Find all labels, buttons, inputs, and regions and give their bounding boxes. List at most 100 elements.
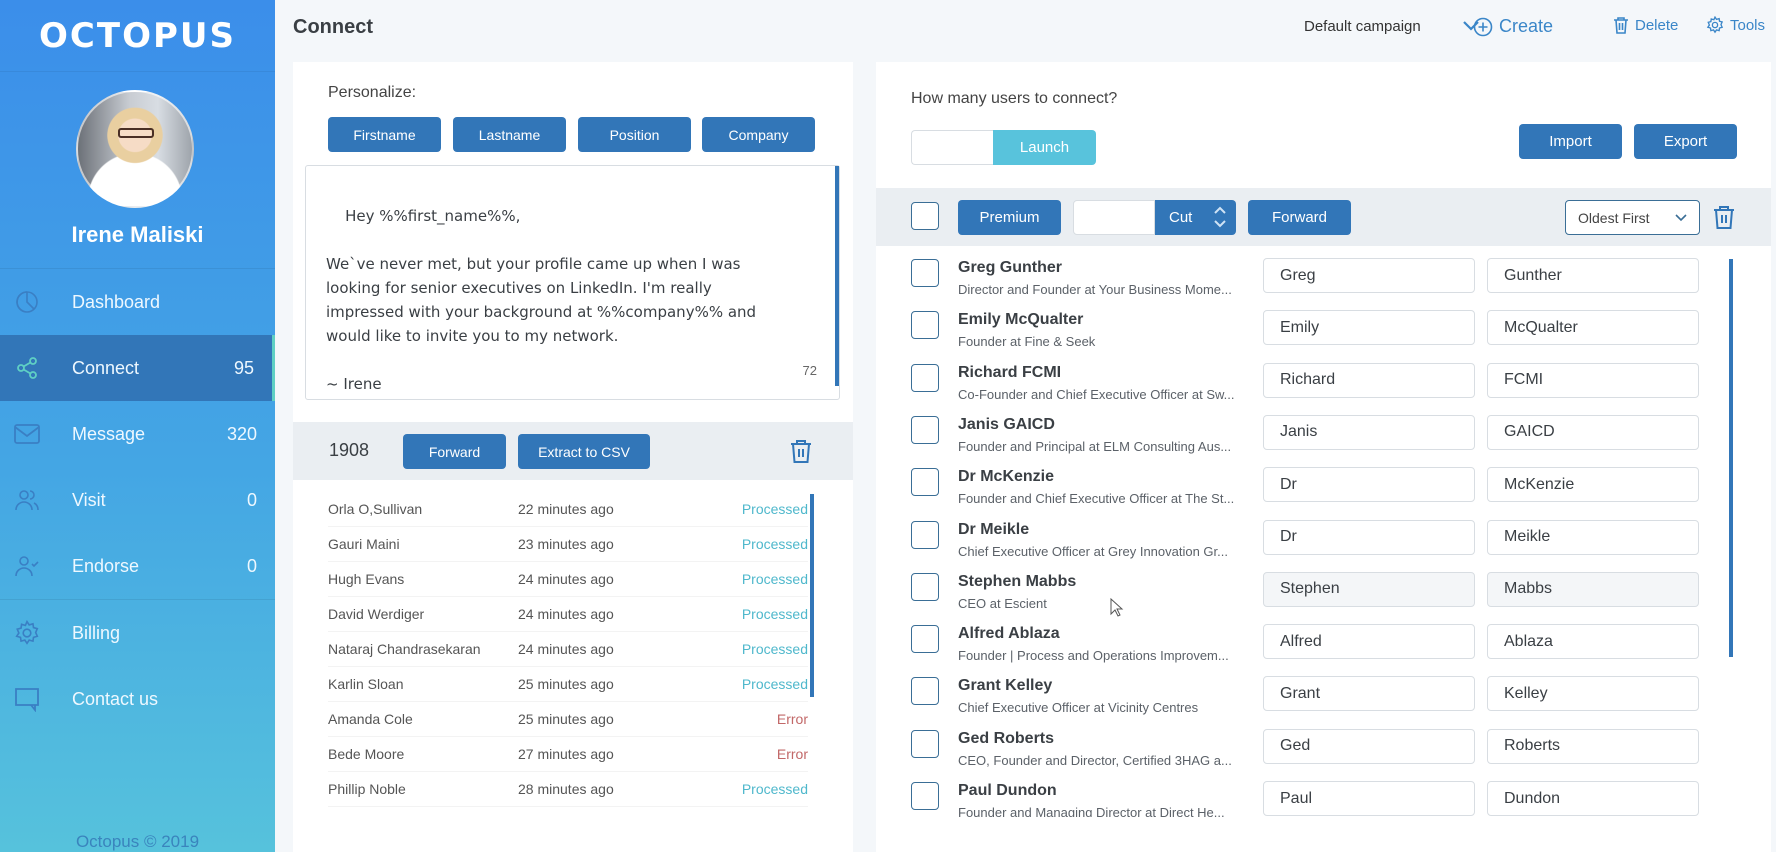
tools-label: Tools — [1730, 16, 1766, 34]
log-count: 1908 — [329, 440, 370, 460]
log-row[interactable]: Orla O,Sullivan 22 minutes ago Processed — [328, 492, 808, 527]
last-name-field[interactable]: Gunther — [1487, 258, 1699, 293]
contacts-forward-button[interactable]: Forward — [1248, 200, 1351, 235]
sidebar-nav: Dashboard Connect 95 Message 320 Visit 0 — [0, 268, 275, 732]
last-name-field[interactable]: FCMI — [1487, 362, 1699, 398]
log-row[interactable]: David Werdiger 24 minutes ago Processed — [328, 597, 808, 632]
connect-question: How many users to connect? — [911, 90, 1118, 107]
sidebar-count: 95 — [233, 357, 254, 378]
contact-title: Founder | Process and Operations Improve… — [958, 648, 1229, 664]
log-contact-name: Bede Moore — [328, 746, 405, 762]
contact-checkbox[interactable] — [911, 572, 939, 601]
campaign-select[interactable]: Default campaign — [1304, 18, 1421, 35]
last-name-field[interactable]: Ablaza — [1487, 624, 1699, 660]
extract-csv-button[interactable]: Extract to CSV — [518, 434, 650, 469]
user-avatar[interactable] — [76, 90, 194, 208]
first-name-field[interactable]: Alfred — [1263, 624, 1475, 660]
page-title: Connect — [293, 16, 373, 38]
select-all-checkbox[interactable] — [911, 202, 939, 230]
log-row[interactable]: Hugh Evans 24 minutes ago Processed — [328, 562, 808, 597]
log-timestamp: 27 minutes ago — [518, 746, 614, 762]
log-row[interactable]: Nataraj Chandrasekaran 24 minutes ago Proc… — [328, 632, 808, 667]
log-row[interactable]: Phillip Noble 28 minutes ago Processed — [328, 772, 808, 807]
cut-button[interactable]: Cut — [1155, 200, 1236, 235]
contact-checkbox[interactable] — [911, 677, 939, 706]
create-button[interactable]: Create — [1473, 16, 1553, 37]
firstname-tag-button[interactable]: Firstname — [328, 117, 441, 152]
contact-checkbox[interactable] — [911, 259, 939, 287]
import-button[interactable]: Import — [1519, 124, 1622, 159]
log-row[interactable]: Bede Moore 27 minutes ago Error — [328, 737, 808, 772]
sidebar-item-connect[interactable]: Connect 95 — [0, 335, 275, 401]
first-name-field[interactable]: Emily — [1263, 310, 1475, 346]
composer-panel: Personalize: Firstname Lastname Position… — [293, 62, 853, 852]
export-button[interactable]: Export — [1634, 124, 1737, 159]
sidebar-item-endorse[interactable]: Endorse 0 — [0, 533, 275, 599]
company-tag-button[interactable]: Company — [702, 117, 815, 152]
contact-checkbox[interactable] — [911, 311, 939, 340]
contact-checkbox[interactable] — [911, 520, 939, 549]
sidebar-item-visit[interactable]: Visit 0 — [0, 467, 275, 533]
contact-row: Paul Dundon Founder and Managing Director… — [876, 780, 1736, 817]
log-scrollbar[interactable] — [810, 494, 814, 697]
contact-row: Alfred Ablaza Founder | Process and Opera… — [876, 623, 1736, 675]
contacts-scrollbar[interactable] — [1729, 259, 1733, 657]
sidebar-item-contact-us[interactable]: Contact us — [0, 666, 275, 732]
last-name-field[interactable]: Mabbs — [1487, 571, 1699, 607]
log-forward-button[interactable]: Forward — [403, 434, 506, 469]
contact-row: Ged Roberts CEO, Founder and Director, Ce… — [876, 728, 1736, 780]
first-name-field[interactable]: Stephen — [1263, 571, 1475, 607]
contact-checkbox[interactable] — [911, 782, 939, 810]
first-name-field[interactable]: Greg — [1263, 258, 1475, 293]
contact-row: Emily McQualter Founder at Fine & Seek Emi… — [876, 309, 1736, 361]
first-name-field[interactable]: Janis — [1263, 414, 1475, 450]
chat-icon — [14, 686, 40, 712]
sidebar-item-message[interactable]: Message 320 — [0, 401, 275, 467]
trash-icon[interactable] — [789, 438, 813, 469]
position-tag-button[interactable]: Position — [578, 117, 691, 152]
sidebar-item-dashboard[interactable]: Dashboard — [0, 269, 275, 335]
first-name-field[interactable]: Dr — [1263, 467, 1475, 503]
last-name-field[interactable]: Roberts — [1487, 728, 1699, 764]
contact-row: Richard FCMI Co-Founder and Chief Executi… — [876, 362, 1736, 414]
tools-button[interactable]: Tools — [1706, 16, 1765, 34]
last-name-field[interactable]: Dundon — [1487, 781, 1699, 816]
sidebar-count: 0 — [246, 489, 257, 510]
premium-button[interactable]: Premium — [958, 200, 1061, 235]
octopus-logo[interactable]: OCTOPUS — [0, 0, 275, 72]
log-row[interactable]: Gauri Maini 23 minutes ago Processed — [328, 527, 808, 562]
last-name-field[interactable]: McKenzie — [1487, 467, 1699, 503]
log-status: Processed — [741, 676, 808, 692]
lastname-tag-button[interactable]: Lastname — [453, 117, 566, 152]
spinner-arrows-icon[interactable] — [1212, 204, 1228, 230]
log-row[interactable]: Karlin Sloan 25 minutes ago Processed — [328, 667, 808, 702]
contact-name: Dr Meikle — [958, 520, 1030, 538]
message-scrollbar[interactable] — [835, 166, 839, 386]
last-name-field[interactable]: GAICD — [1487, 414, 1699, 450]
first-name-field[interactable]: Dr — [1263, 519, 1475, 555]
delete-button[interactable]: Delete — [1613, 16, 1678, 34]
sidebar-count: 0 — [246, 555, 257, 576]
last-name-field[interactable]: Meikle — [1487, 519, 1699, 555]
first-name-field[interactable]: Ged — [1263, 728, 1475, 764]
sidebar-item-billing[interactable]: Billing — [0, 600, 275, 666]
last-name-field[interactable]: McQualter — [1487, 310, 1699, 346]
message-textarea[interactable]: Hey %%first_name%%, We`ve never met, but… — [305, 165, 840, 400]
contact-checkbox[interactable] — [911, 468, 939, 497]
first-name-field[interactable]: Richard — [1263, 362, 1475, 398]
contact-checkbox[interactable] — [911, 415, 939, 444]
personalize-label: Personalize: — [328, 84, 417, 101]
log-row[interactable]: Amanda Cole 25 minutes ago Error — [328, 702, 808, 737]
launch-button[interactable]: Launch — [993, 130, 1096, 165]
contact-checkbox[interactable] — [911, 625, 939, 654]
cut-input[interactable] — [1073, 200, 1155, 235]
first-name-field[interactable]: Paul — [1263, 781, 1475, 816]
contact-checkbox[interactable] — [911, 363, 939, 392]
quantity-input[interactable] — [911, 130, 993, 165]
first-name-field[interactable]: Grant — [1263, 676, 1475, 712]
contact-row: Stephen Mabbs CEO at Escient Stephen Mabbs — [876, 571, 1736, 623]
contact-checkbox[interactable] — [911, 729, 939, 758]
sort-select[interactable]: Oldest First — [1565, 200, 1700, 235]
trash-icon[interactable] — [1712, 204, 1736, 235]
last-name-field[interactable]: Kelley — [1487, 676, 1699, 712]
